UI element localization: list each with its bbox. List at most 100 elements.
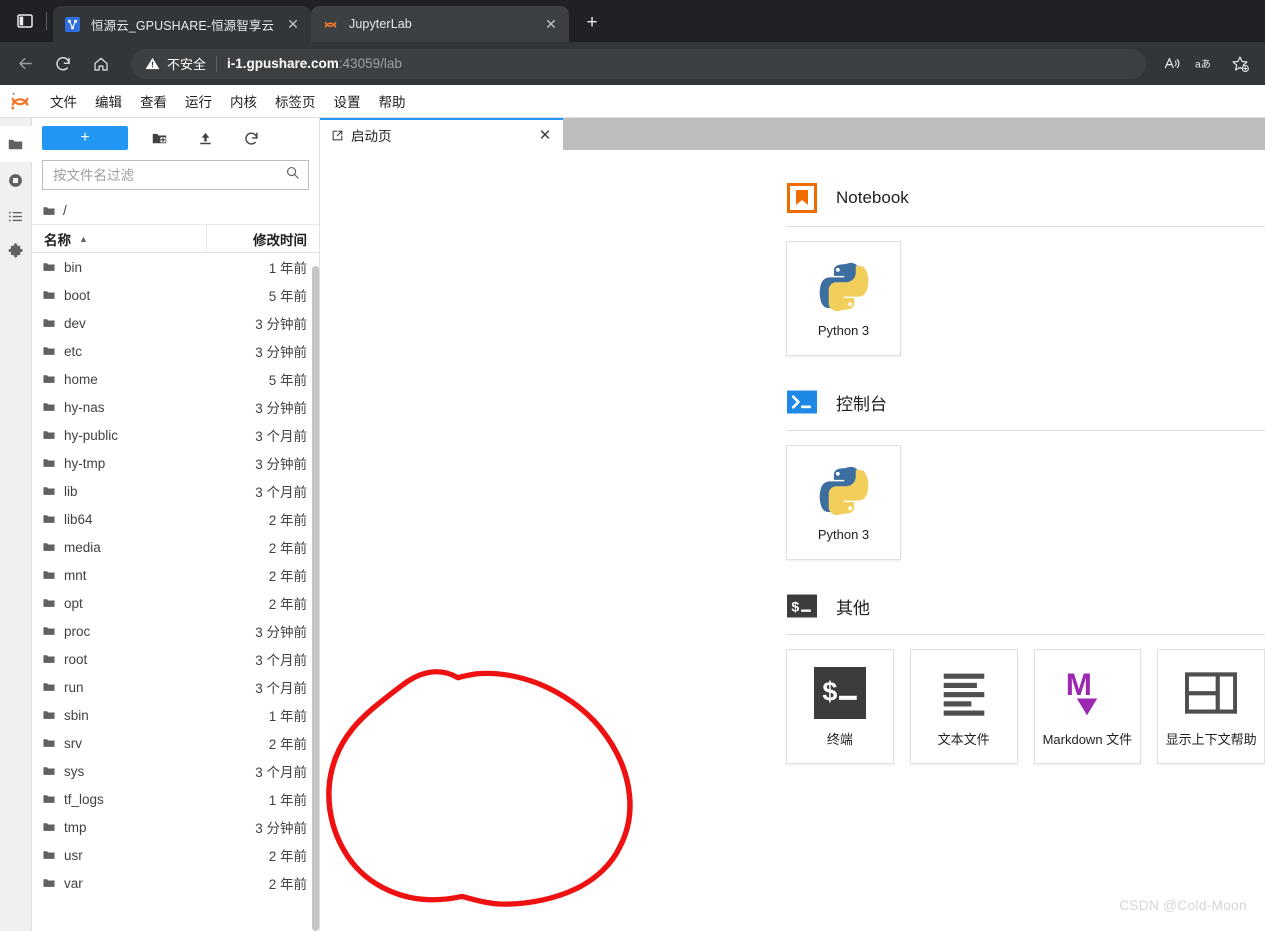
file-list-item[interactable]: root 3 个月前 bbox=[32, 645, 319, 673]
file-name: hy-tmp bbox=[64, 455, 106, 471]
read-aloud-icon[interactable] bbox=[1156, 48, 1188, 80]
file-modified: 2 年前 bbox=[268, 513, 307, 528]
folder-icon bbox=[32, 596, 60, 610]
file-list-item[interactable]: lib64 2 年前 bbox=[32, 505, 319, 533]
close-icon[interactable]: ✕ bbox=[541, 14, 561, 34]
card-row: Python 3 bbox=[320, 445, 1265, 560]
file-list-item[interactable]: opt 2 年前 bbox=[32, 589, 319, 617]
card-row: $ 终端 文本文件 M Markdown 文件 显示上下文帮助 bbox=[320, 649, 1265, 764]
section-header: Notebook bbox=[320, 182, 1265, 214]
scrollbar-thumb[interactable] bbox=[312, 266, 319, 931]
new-tab-button[interactable]: + bbox=[577, 8, 607, 38]
file-list-item[interactable]: lib 3 个月前 bbox=[32, 477, 319, 505]
file-list-item[interactable]: etc 3 分钟前 bbox=[32, 337, 319, 365]
launcher-card-console-python3[interactable]: Python 3 bbox=[786, 445, 901, 560]
file-filter-wrapper bbox=[32, 154, 319, 197]
file-name: usr bbox=[64, 847, 83, 863]
launcher-card-markdown-file[interactable]: M Markdown 文件 bbox=[1033, 649, 1142, 764]
new-folder-icon[interactable] bbox=[144, 125, 174, 151]
file-list-item[interactable]: srv 2 年前 bbox=[32, 729, 319, 757]
file-list-item[interactable]: usr 2 年前 bbox=[32, 841, 319, 869]
launcher-card-terminal[interactable]: $ 终端 bbox=[786, 649, 894, 764]
file-list-item[interactable]: hy-tmp 3 分钟前 bbox=[32, 449, 319, 477]
upload-icon[interactable] bbox=[190, 125, 220, 151]
file-list-item[interactable]: tf_logs 1 年前 bbox=[32, 785, 319, 813]
file-list-item[interactable]: media 2 年前 bbox=[32, 533, 319, 561]
file-list-item[interactable]: home 5 年前 bbox=[32, 365, 319, 393]
breadcrumb[interactable]: / bbox=[32, 197, 319, 225]
breadcrumb-path: / bbox=[63, 203, 67, 218]
svg-text:aあ: aあ bbox=[1195, 58, 1211, 70]
new-launcher-button[interactable]: + bbox=[42, 126, 128, 150]
sidebar-item-file-browser[interactable] bbox=[0, 126, 32, 162]
menu-run[interactable]: 运行 bbox=[176, 87, 221, 115]
file-name: tf_logs bbox=[64, 791, 104, 807]
file-name: proc bbox=[64, 623, 91, 639]
launcher-card-text-file[interactable]: 文本文件 bbox=[909, 649, 1018, 764]
sidebar-item-running-kernels[interactable] bbox=[0, 162, 32, 198]
file-list-item[interactable]: tmp 3 分钟前 bbox=[32, 813, 319, 841]
text-file-icon bbox=[938, 665, 990, 721]
file-list-item[interactable]: hy-nas 3 分钟前 bbox=[32, 393, 319, 421]
search-input[interactable] bbox=[53, 167, 285, 183]
refresh-icon[interactable] bbox=[236, 125, 266, 151]
file-list-scrollbar[interactable] bbox=[312, 266, 319, 931]
main-work-area: 启动页 ✕ Notebook Python 3 控制台 Python 3 $ 其… bbox=[320, 118, 1265, 931]
file-name: opt bbox=[64, 595, 83, 611]
file-list-item[interactable]: sbin 1 年前 bbox=[32, 701, 319, 729]
launcher-card-contextual-help[interactable]: 显示上下文帮助 bbox=[1157, 649, 1265, 764]
translate-icon[interactable]: aあ bbox=[1190, 48, 1222, 80]
jupyter-favicon bbox=[322, 16, 339, 33]
file-list-header: 名称 ▲ 修改时间 bbox=[32, 225, 319, 253]
launcher-panel: Notebook Python 3 控制台 Python 3 $ 其他 $ 终端… bbox=[320, 150, 1265, 931]
column-header-modified[interactable]: 修改时间 bbox=[207, 229, 319, 249]
favorites-icon[interactable] bbox=[1224, 48, 1256, 80]
folder-icon bbox=[32, 316, 60, 330]
section-divider bbox=[786, 430, 1265, 431]
browser-tab-jupyterlab[interactable]: JupyterLab ✕ bbox=[311, 6, 569, 42]
file-list-item[interactable]: var 2 年前 bbox=[32, 869, 319, 897]
browser-tab-gpushare[interactable]: 恒源云_GPUSHARE-恒源智享云 ✕ bbox=[53, 6, 311, 42]
folder-icon bbox=[32, 876, 60, 890]
file-list-item[interactable]: dev 3 分钟前 bbox=[32, 309, 319, 337]
close-icon[interactable]: ✕ bbox=[283, 14, 303, 34]
python-logo-icon bbox=[818, 259, 870, 315]
file-list-item[interactable]: sys 3 个月前 bbox=[32, 757, 319, 785]
tab-launcher[interactable]: 启动页 ✕ bbox=[320, 118, 563, 150]
back-arrow-icon[interactable] bbox=[9, 48, 41, 80]
menu-view[interactable]: 查看 bbox=[131, 87, 176, 115]
menu-kernel[interactable]: 内核 bbox=[221, 87, 266, 115]
omnibox-divider bbox=[216, 55, 218, 72]
tab-search-sidebar-icon[interactable] bbox=[8, 4, 42, 38]
menu-file[interactable]: 文件 bbox=[41, 87, 86, 115]
file-list-item[interactable]: mnt 2 年前 bbox=[32, 561, 319, 589]
menu-edit[interactable]: 编辑 bbox=[86, 87, 131, 115]
file-modified: 3 分钟前 bbox=[255, 317, 307, 332]
sidebar-item-commands[interactable] bbox=[0, 198, 32, 234]
reload-icon[interactable] bbox=[47, 48, 79, 80]
file-list-item[interactable]: run 3 个月前 bbox=[32, 673, 319, 701]
file-modified: 3 分钟前 bbox=[255, 625, 307, 640]
jupyterlab-app: 文件 编辑 查看 运行 内核 标签页 设置 帮助 + 按文件名过滤 / 名称 ▲… bbox=[0, 85, 1265, 931]
folder-icon bbox=[32, 820, 60, 834]
file-filter-box[interactable] bbox=[42, 160, 309, 190]
file-name: var bbox=[64, 875, 83, 891]
menu-settings[interactable]: 设置 bbox=[325, 87, 370, 115]
file-list-item[interactable]: proc 3 分钟前 bbox=[32, 617, 319, 645]
column-header-name[interactable]: 名称 ▲ bbox=[32, 225, 207, 252]
file-list-item[interactable]: hy-public 3 个月前 bbox=[32, 421, 319, 449]
folder-icon bbox=[42, 204, 56, 218]
close-icon[interactable]: ✕ bbox=[535, 125, 555, 145]
home-icon[interactable] bbox=[85, 48, 117, 80]
menu-tabs[interactable]: 标签页 bbox=[266, 87, 325, 115]
file-list-item[interactable]: bin 1 年前 bbox=[32, 253, 319, 281]
section-header: 控制台 bbox=[320, 386, 1265, 418]
sidebar-item-extensions[interactable] bbox=[0, 234, 32, 270]
menu-help[interactable]: 帮助 bbox=[370, 87, 415, 115]
url-input[interactable]: 不安全 i-1.gpushare.com:43059/lab bbox=[131, 48, 1146, 79]
file-list-item[interactable]: boot 5 年前 bbox=[32, 281, 319, 309]
launcher-card-notebook-python3[interactable]: Python 3 bbox=[786, 241, 901, 356]
section-title: Notebook bbox=[836, 188, 909, 207]
folder-icon bbox=[32, 344, 60, 358]
file-name: sbin bbox=[64, 707, 89, 723]
